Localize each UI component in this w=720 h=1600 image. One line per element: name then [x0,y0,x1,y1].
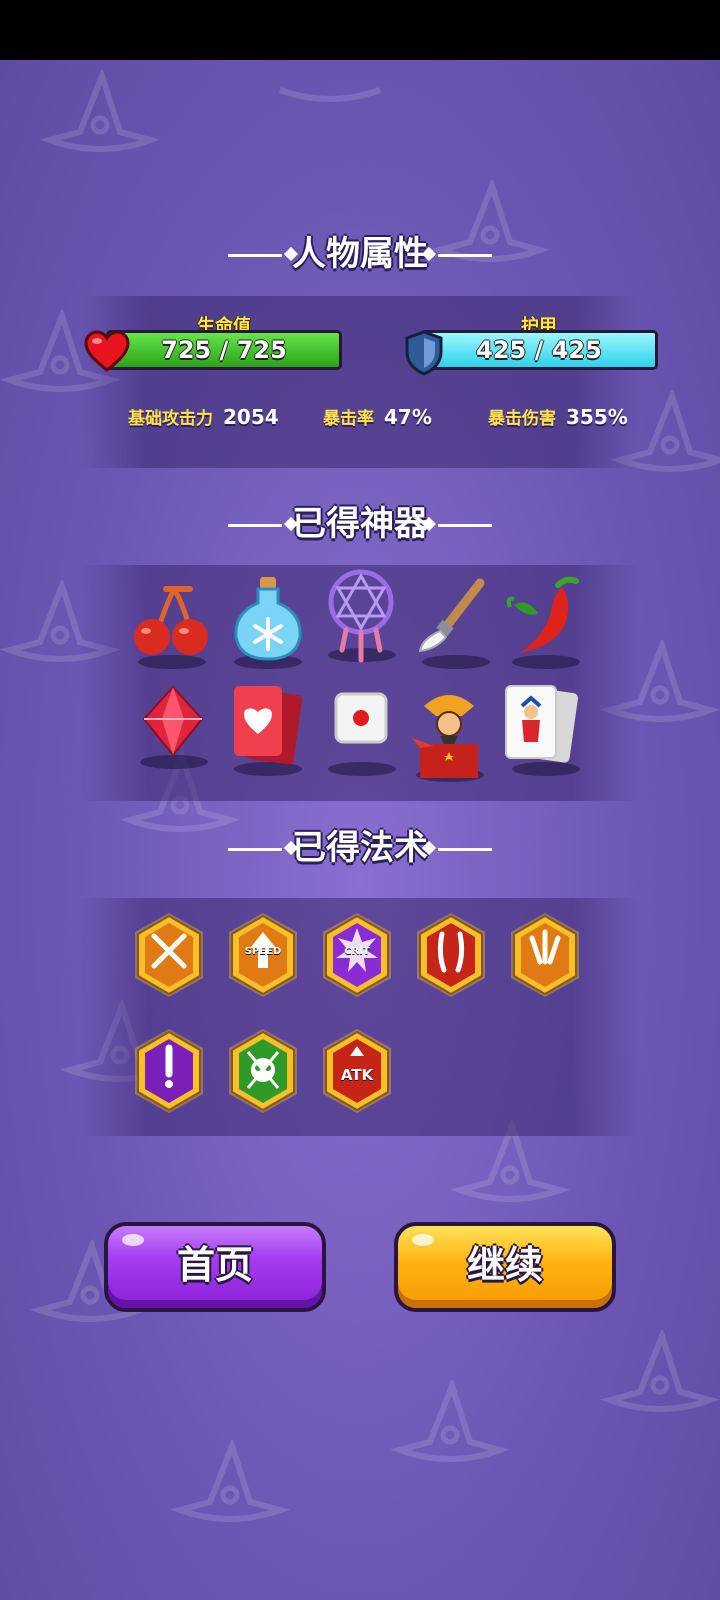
spell-slot[interactable] [228,1028,298,1114]
dice-icon [334,692,388,744]
witch-hat-pattern-icon [40,70,160,152]
stat-value: 355% [566,405,628,429]
spells-title: 已得法术 [0,820,720,869]
stat-label: 暴击伤害 [488,409,556,429]
title-divider-left [228,524,282,527]
title-divider-left [228,254,282,257]
stat-value: 2054 [223,405,279,429]
red-gem-icon [142,685,204,757]
spell-slot[interactable]: ATK [322,1028,392,1114]
frost-potion-icon [234,577,302,661]
jack-in-the-box-icon [412,695,478,778]
artifacts-title: 已得神器 [0,496,720,545]
artifact-chili-pepper[interactable] [500,575,590,671]
stat-crit-damage: 暴击伤害 355% [488,404,628,429]
skull-spell-icon [229,1029,297,1113]
spell-slot[interactable] [134,1028,204,1114]
artifact-joker-card[interactable] [500,682,590,778]
spell-slot[interactable] [510,912,580,998]
artifacts-title-text: 已得神器 [292,504,428,544]
paintbrush-icon [418,578,485,653]
spell-inner-label: CRIT [344,946,370,957]
home-button[interactable]: 首页 [104,1222,326,1312]
heart-card-icon [234,686,302,765]
spell-inner-label: ATK [340,1066,374,1084]
artifact-jack-in-the-box[interactable] [404,688,494,784]
stat-base-attack: 基础攻击力 2054 [128,404,279,429]
title-divider-right [438,524,492,527]
spell-slot[interactable]: SPEED [228,912,298,998]
heart-icon [84,330,130,372]
chili-pepper-icon [506,576,579,653]
joker-card-icon [505,685,578,763]
title-divider-right [438,254,492,257]
witch-hat-pattern-icon [600,1330,720,1412]
stat-label: 基础攻击力 [128,409,213,429]
attributes-title-text: 人物属性 [292,234,428,274]
health-bar: 生命值 725 / 725 [106,316,342,376]
witch-hat-pattern-icon [170,1440,290,1522]
spells-title-text: 已得法术 [292,828,428,868]
stat-value: 47% [384,405,432,429]
spell-inner-label: SPEED [244,946,282,957]
artifact-paintbrush[interactable] [410,575,500,671]
armor-bar: 护甲 425 / 425 [420,316,658,376]
armor-value: 425 / 425 [476,336,602,364]
artifact-cherry[interactable] [126,575,216,671]
stat-label: 暴击率 [323,409,374,429]
shield-icon [405,330,443,376]
stat-crit-rate: 暴击率 47% [323,404,432,429]
title-divider-left [228,848,282,851]
attributes-title: 人物属性 [0,226,720,275]
artifact-dice[interactable] [316,682,406,778]
health-value: 725 / 725 [161,336,287,364]
spell-slot[interactable] [134,912,204,998]
witch-hat-pattern-icon [278,87,382,102]
crossed-swords-spell-icon [135,913,203,997]
triple-shot-spell-icon [511,913,579,997]
continue-button[interactable]: 继续 [394,1222,616,1312]
artifact-dreamcatcher[interactable] [316,568,406,664]
spell-slot[interactable]: CRIT [322,912,392,998]
cherry-icon [134,586,208,655]
poison-drop-spell-icon [135,1029,203,1113]
continue-button-label: 继续 [466,1243,543,1287]
artifact-frost-potion[interactable] [222,575,312,671]
witch-hat-pattern-icon [390,1380,510,1462]
title-divider-right [438,848,492,851]
spell-slot[interactable] [416,912,486,998]
artifact-red-gem[interactable] [128,675,218,771]
twin-claw-spell-icon [417,913,485,997]
dreamcatcher-icon [328,569,394,663]
artifact-heart-card[interactable] [222,682,312,778]
home-button-label: 首页 [176,1243,253,1287]
